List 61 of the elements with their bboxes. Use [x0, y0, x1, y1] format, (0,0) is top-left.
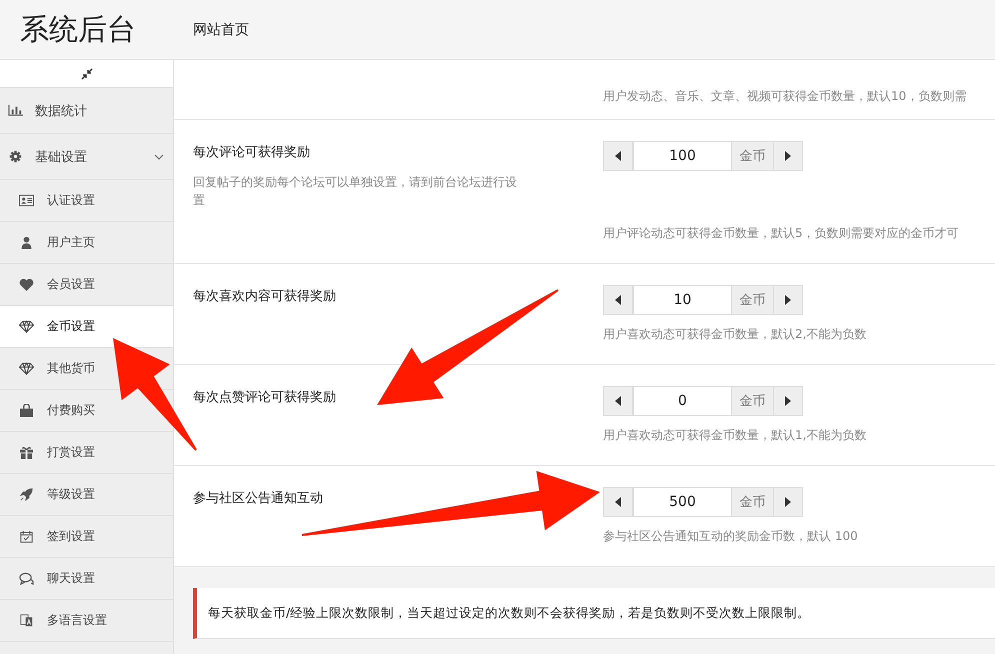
decrement-button[interactable] [603, 487, 633, 517]
notice-box: 每天获取金币/经验上限次数限制，当天超过设定的次数则不会获得奖励，若是负数则不受次数上限限制。 [193, 588, 995, 639]
unit-label: 金币 [732, 487, 773, 517]
left-triangle-icon [615, 295, 621, 305]
sidebar-item[interactable]: 打赏设置 [0, 432, 173, 474]
translate-icon [19, 614, 34, 627]
sidebar-item[interactable]: 用户主页 [0, 222, 173, 264]
sidebar-item[interactable]: 数据统计 [0, 88, 173, 134]
increment-button[interactable] [773, 141, 803, 171]
collapse-icon[interactable] [80, 68, 92, 80]
unit-label: 金币 [732, 285, 773, 315]
number-field[interactable]: 100 [633, 141, 732, 171]
right-triangle-icon [785, 151, 791, 161]
number-field[interactable]: 500 [633, 487, 732, 517]
unit-label: 金币 [732, 141, 773, 171]
left-triangle-icon [615, 497, 621, 507]
setting-description: 用户发动态、音乐、文章、视频可获得金币数量，默认10，负数则需 [603, 88, 966, 105]
user-icon [19, 236, 34, 249]
right-triangle-icon [785, 396, 791, 406]
chat-bubbles-icon [19, 572, 34, 585]
setting-description: 用户喜欢动态可获得金币数量，默认1,不能为负数 [603, 427, 866, 444]
number-field[interactable]: 10 [633, 285, 732, 315]
setting-hint: 回复帖子的奖励每个论坛可以单独设置，请到前台论坛进行设置 [193, 174, 518, 209]
sidebar-item[interactable]: 聊天设置 [0, 558, 173, 600]
site-logo: 系统后台 [19, 10, 137, 48]
id-card-icon [19, 194, 34, 207]
sidebar-item[interactable]: 认证设置 [0, 180, 173, 222]
calendar-icon [19, 530, 34, 543]
setting-title: 每次点赞评论可获得奖励 [193, 389, 337, 406]
diamond-icon [19, 362, 34, 375]
decrement-button[interactable] [603, 141, 633, 171]
decrement-button[interactable] [603, 386, 633, 416]
sidebar-item[interactable]: 基础设置 [0, 134, 173, 180]
bar-chart-icon [8, 104, 23, 117]
sidebar-item[interactable]: 签到设置 [0, 516, 173, 558]
decrement-button[interactable] [603, 285, 633, 315]
right-triangle-icon [785, 295, 791, 305]
setting-description: 参与社区公告通知互动的奖励金币数，默认 100 [603, 528, 858, 545]
left-triangle-icon [615, 396, 621, 406]
sidebar-item[interactable]: 金币设置 [0, 306, 173, 348]
sidebar-item[interactable]: 多语言设置 [0, 600, 173, 642]
settings-icon [8, 150, 23, 163]
left-triangle-icon [615, 151, 621, 161]
setting-description: 用户喜欢动态可获得金币数量，默认2,不能为负数 [603, 326, 866, 343]
gift-icon [19, 446, 34, 459]
setting-description: 用户评论动态可获得金币数量，默认5，负数则需要对应的金币才可 [603, 225, 959, 242]
bag-icon [19, 404, 34, 417]
diamond-icon [19, 320, 34, 333]
rocket-icon [19, 488, 34, 501]
sidebar-item[interactable]: 等级设置 [0, 474, 173, 516]
increment-button[interactable] [773, 487, 803, 517]
setting-title: 每次喜欢内容可获得奖励 [193, 288, 337, 305]
heart-icon [19, 278, 34, 291]
number-field[interactable]: 0 [633, 386, 732, 416]
setting-title: 每次评论可获得奖励 [193, 144, 311, 161]
right-triangle-icon [785, 497, 791, 507]
setting-title: 参与社区公告通知互动 [193, 490, 324, 507]
nav-link[interactable]: 网站首页 [193, 20, 249, 38]
unit-label: 金币 [732, 386, 773, 416]
increment-button[interactable] [773, 285, 803, 315]
increment-button[interactable] [773, 386, 803, 416]
